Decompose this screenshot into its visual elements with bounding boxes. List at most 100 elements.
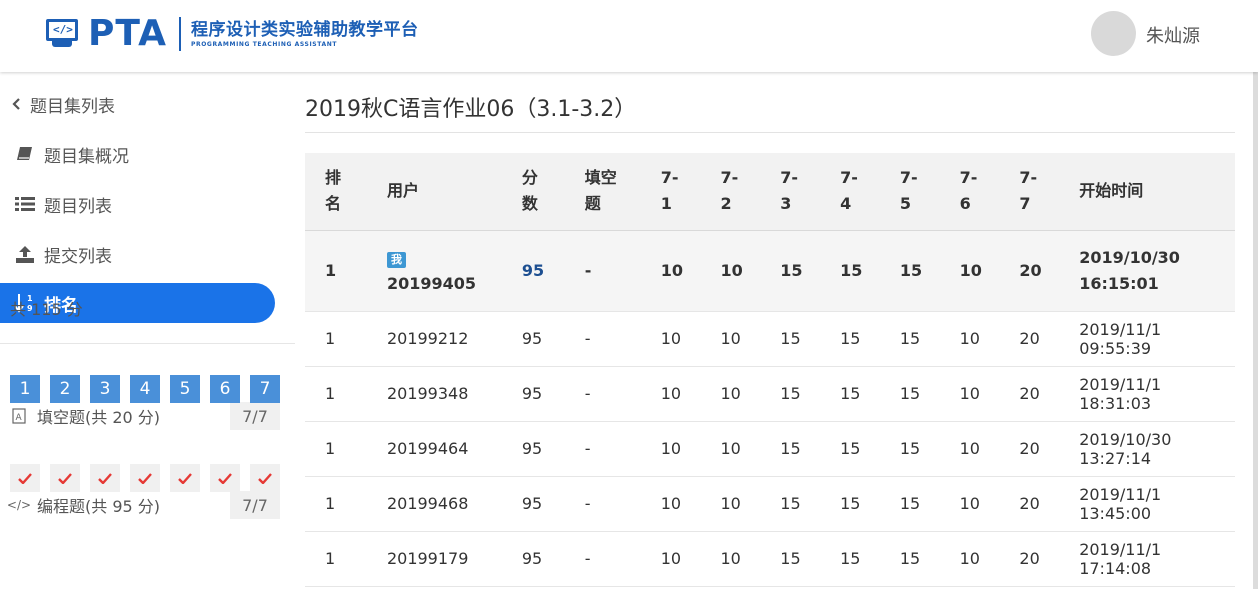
- sidebar-item-label: 题目列表: [44, 196, 112, 217]
- problem-number-button[interactable]: 7: [250, 375, 280, 403]
- cell-problem-score: 20: [999, 230, 1060, 312]
- problem-number-button[interactable]: 2: [50, 375, 80, 403]
- cell-problem-score: 15: [879, 421, 940, 477]
- cell-problem-score: 10: [700, 230, 761, 312]
- cell-fill-blank: -: [564, 476, 641, 532]
- cell-problem-score: 10: [700, 531, 761, 587]
- cell-start-time: 2019/10/30 16:15:01: [1059, 230, 1235, 312]
- cell-fill-blank: -: [564, 230, 641, 312]
- fill-blank-icon: A: [10, 408, 28, 424]
- cell-problem-score: 15: [820, 476, 880, 532]
- cell-problem-score: 15: [879, 476, 940, 532]
- cell-start-time: 2019/11/1 13:45:00: [1059, 476, 1235, 532]
- list-icon: [14, 196, 36, 212]
- cell-fill-blank: -: [564, 366, 641, 422]
- cell-problem-score: 15: [760, 476, 821, 532]
- cell-problem-score: 10: [939, 311, 1000, 367]
- cell-rank: 1: [305, 531, 367, 587]
- table-row[interactable]: 1 20199179 95 - 10 10 15 15 15 10 20 201…: [305, 531, 1235, 587]
- cell-problem-score: 20: [999, 531, 1060, 587]
- table-row-me[interactable]: 1 我 20199405 95 - 10 10 15 15 15 10 20 20…: [305, 230, 1235, 312]
- title-divider: [305, 132, 1235, 133]
- programming-section-label: 编程题(共 95 分): [37, 497, 161, 516]
- cell-problem-score: 10: [939, 366, 1000, 422]
- cell-fill-blank: -: [564, 531, 641, 587]
- problem-number-button[interactable]: 1: [10, 375, 40, 403]
- fill-blank-section-header: A 填空题(共 20 分) 7/7: [10, 402, 280, 430]
- logo-divider: [179, 17, 182, 51]
- user-name[interactable]: 朱灿源: [1146, 22, 1200, 48]
- table-header-row: 排名 用户 分数 填空题 7-1 7-2 7-3 7-4 7-5 7-6 7-7…: [305, 153, 1235, 231]
- table-row[interactable]: 1 20199468 95 - 10 10 15 15 15 10 20 201…: [305, 476, 1235, 532]
- table-row[interactable]: 1 20199464 95 - 10 10 15 15 15 10 20 201…: [305, 421, 1235, 477]
- column-header-problem: 7-4: [820, 153, 880, 231]
- cell-problem-score: 10: [640, 421, 701, 477]
- check-icon: [258, 472, 272, 484]
- logo-title: PTA: [88, 13, 168, 54]
- problem-number-button[interactable]: 5: [170, 375, 200, 403]
- cell-rank: 1: [305, 311, 367, 367]
- table-row[interactable]: 1 20199348 95 - 10 10 15 15 15 10 20 201…: [305, 366, 1235, 422]
- cell-problem-score: 10: [939, 230, 1000, 312]
- sidebar-item-overview[interactable]: 题目集概况: [0, 134, 275, 174]
- sidebar-item-problem-list[interactable]: 题目列表: [0, 184, 275, 224]
- cell-rank: 1: [305, 476, 367, 532]
- cell-fill-blank: -: [564, 311, 641, 367]
- cell-problem-score: 10: [700, 311, 761, 367]
- logo-subtitle-en: PROGRAMMING TEACHING ASSISTANT: [191, 41, 338, 48]
- cell-problem-score: 20: [999, 366, 1060, 422]
- cell-fill-blank: -: [564, 421, 641, 477]
- column-header-problem: 7-2: [700, 153, 761, 231]
- fill-blank-count: 7/7: [230, 402, 280, 430]
- solved-problem-button[interactable]: [210, 464, 240, 492]
- cell-start-time: 2019/11/1 17:14:08: [1059, 531, 1235, 587]
- check-icon: [178, 472, 192, 484]
- problem-number-button[interactable]: 3: [90, 375, 120, 403]
- solved-problem-button[interactable]: [250, 464, 280, 492]
- cell-problem-score: 20: [999, 476, 1060, 532]
- cell-problem-score: 15: [879, 531, 940, 587]
- solved-problem-button[interactable]: [50, 464, 80, 492]
- code-screen-icon: </>: [46, 19, 82, 49]
- cell-user: 20199464: [366, 421, 502, 477]
- programming-section-header: </> 编程题(共 95 分) 7/7: [7, 491, 280, 519]
- user-avatar[interactable]: [1091, 11, 1136, 56]
- me-badge: 我: [386, 251, 406, 268]
- check-icon: [18, 472, 32, 484]
- programming-problem-grid: [10, 464, 290, 492]
- column-header-user: 用户: [366, 153, 502, 231]
- solved-problem-button[interactable]: [10, 464, 40, 492]
- cell-problem-score: 15: [760, 531, 821, 587]
- cell-problem-score: 15: [760, 366, 821, 422]
- pta-logo[interactable]: </> PTA 程序设计类实验辅助教学平台 PROGRAMMING TEACHI…: [46, 14, 419, 54]
- cell-user: 20199468: [366, 476, 502, 532]
- sidebar-item-submissions[interactable]: 提交列表: [0, 234, 275, 274]
- fill-blank-section-label: 填空题(共 20 分): [37, 408, 161, 427]
- check-icon: [218, 472, 232, 484]
- cell-problem-score: 10: [700, 421, 761, 477]
- sidebar-item-label: 提交列表: [44, 246, 112, 267]
- table-row[interactable]: 1 20199212 95 - 10 10 15 15 15 10 20 201…: [305, 311, 1235, 367]
- solved-problem-button[interactable]: [170, 464, 200, 492]
- solved-problem-button[interactable]: [90, 464, 120, 492]
- back-to-problem-sets[interactable]: 题目集列表: [10, 84, 285, 124]
- cell-problem-score: 15: [760, 421, 821, 477]
- cell-problem-score: 15: [820, 311, 880, 367]
- column-header-problem: 7-1: [640, 153, 701, 231]
- solved-problem-button[interactable]: [130, 464, 160, 492]
- page-scrollbar[interactable]: [1253, 72, 1258, 589]
- problem-number-button[interactable]: 6: [210, 375, 240, 403]
- cell-user: 我 20199405: [366, 230, 502, 312]
- check-icon: [138, 472, 152, 484]
- problem-number-button[interactable]: 4: [130, 375, 160, 403]
- total-score: 共 115 分: [10, 300, 83, 319]
- cell-problem-score: 15: [879, 230, 940, 312]
- top-header: </> PTA 程序设计类实验辅助教学平台 PROGRAMMING TEACHI…: [0, 0, 1258, 72]
- cell-user-id: 20199405: [386, 273, 477, 293]
- column-header-fill-blank: 填空题: [564, 153, 641, 231]
- check-icon: [58, 472, 72, 484]
- cell-problem-score: 20: [999, 421, 1060, 477]
- cell-user: 20199212: [366, 311, 502, 367]
- column-header-start-time: 开始时间: [1059, 153, 1235, 231]
- chevron-left-icon: [10, 98, 22, 110]
